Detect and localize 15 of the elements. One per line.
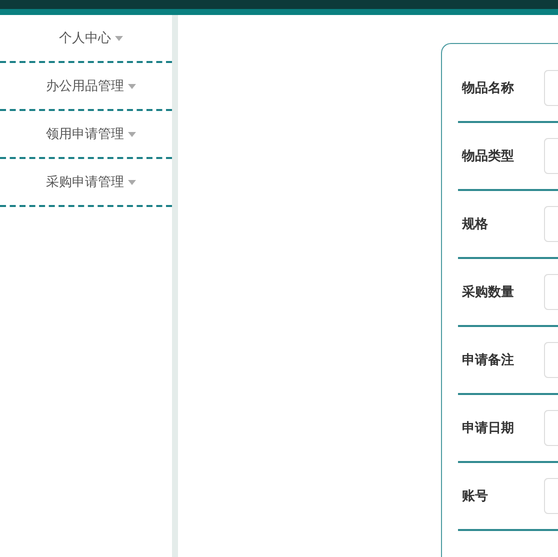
- field-label: 申请日期: [461, 420, 515, 437]
- caret-icon: [128, 132, 136, 136]
- caret-icon: [128, 180, 136, 184]
- field-label: 账号: [461, 488, 489, 505]
- menu-item[interactable]: 领用申请管理: [0, 111, 172, 159]
- caret-icon: [128, 84, 136, 88]
- field-label: 规格: [460, 216, 489, 233]
- menu-item[interactable]: 采购申请管理: [0, 159, 172, 207]
- menu-item[interactable]: 个人中心: [0, 15, 172, 63]
- caret-icon: [115, 36, 123, 40]
- field-label: 物品类型: [460, 148, 515, 165]
- field-label: 申请备注: [461, 352, 515, 369]
- field-label: 物品名称: [460, 80, 515, 97]
- field-label: 采购数量: [461, 284, 515, 301]
- menu-item[interactable]: 办公用品管理: [0, 63, 172, 111]
